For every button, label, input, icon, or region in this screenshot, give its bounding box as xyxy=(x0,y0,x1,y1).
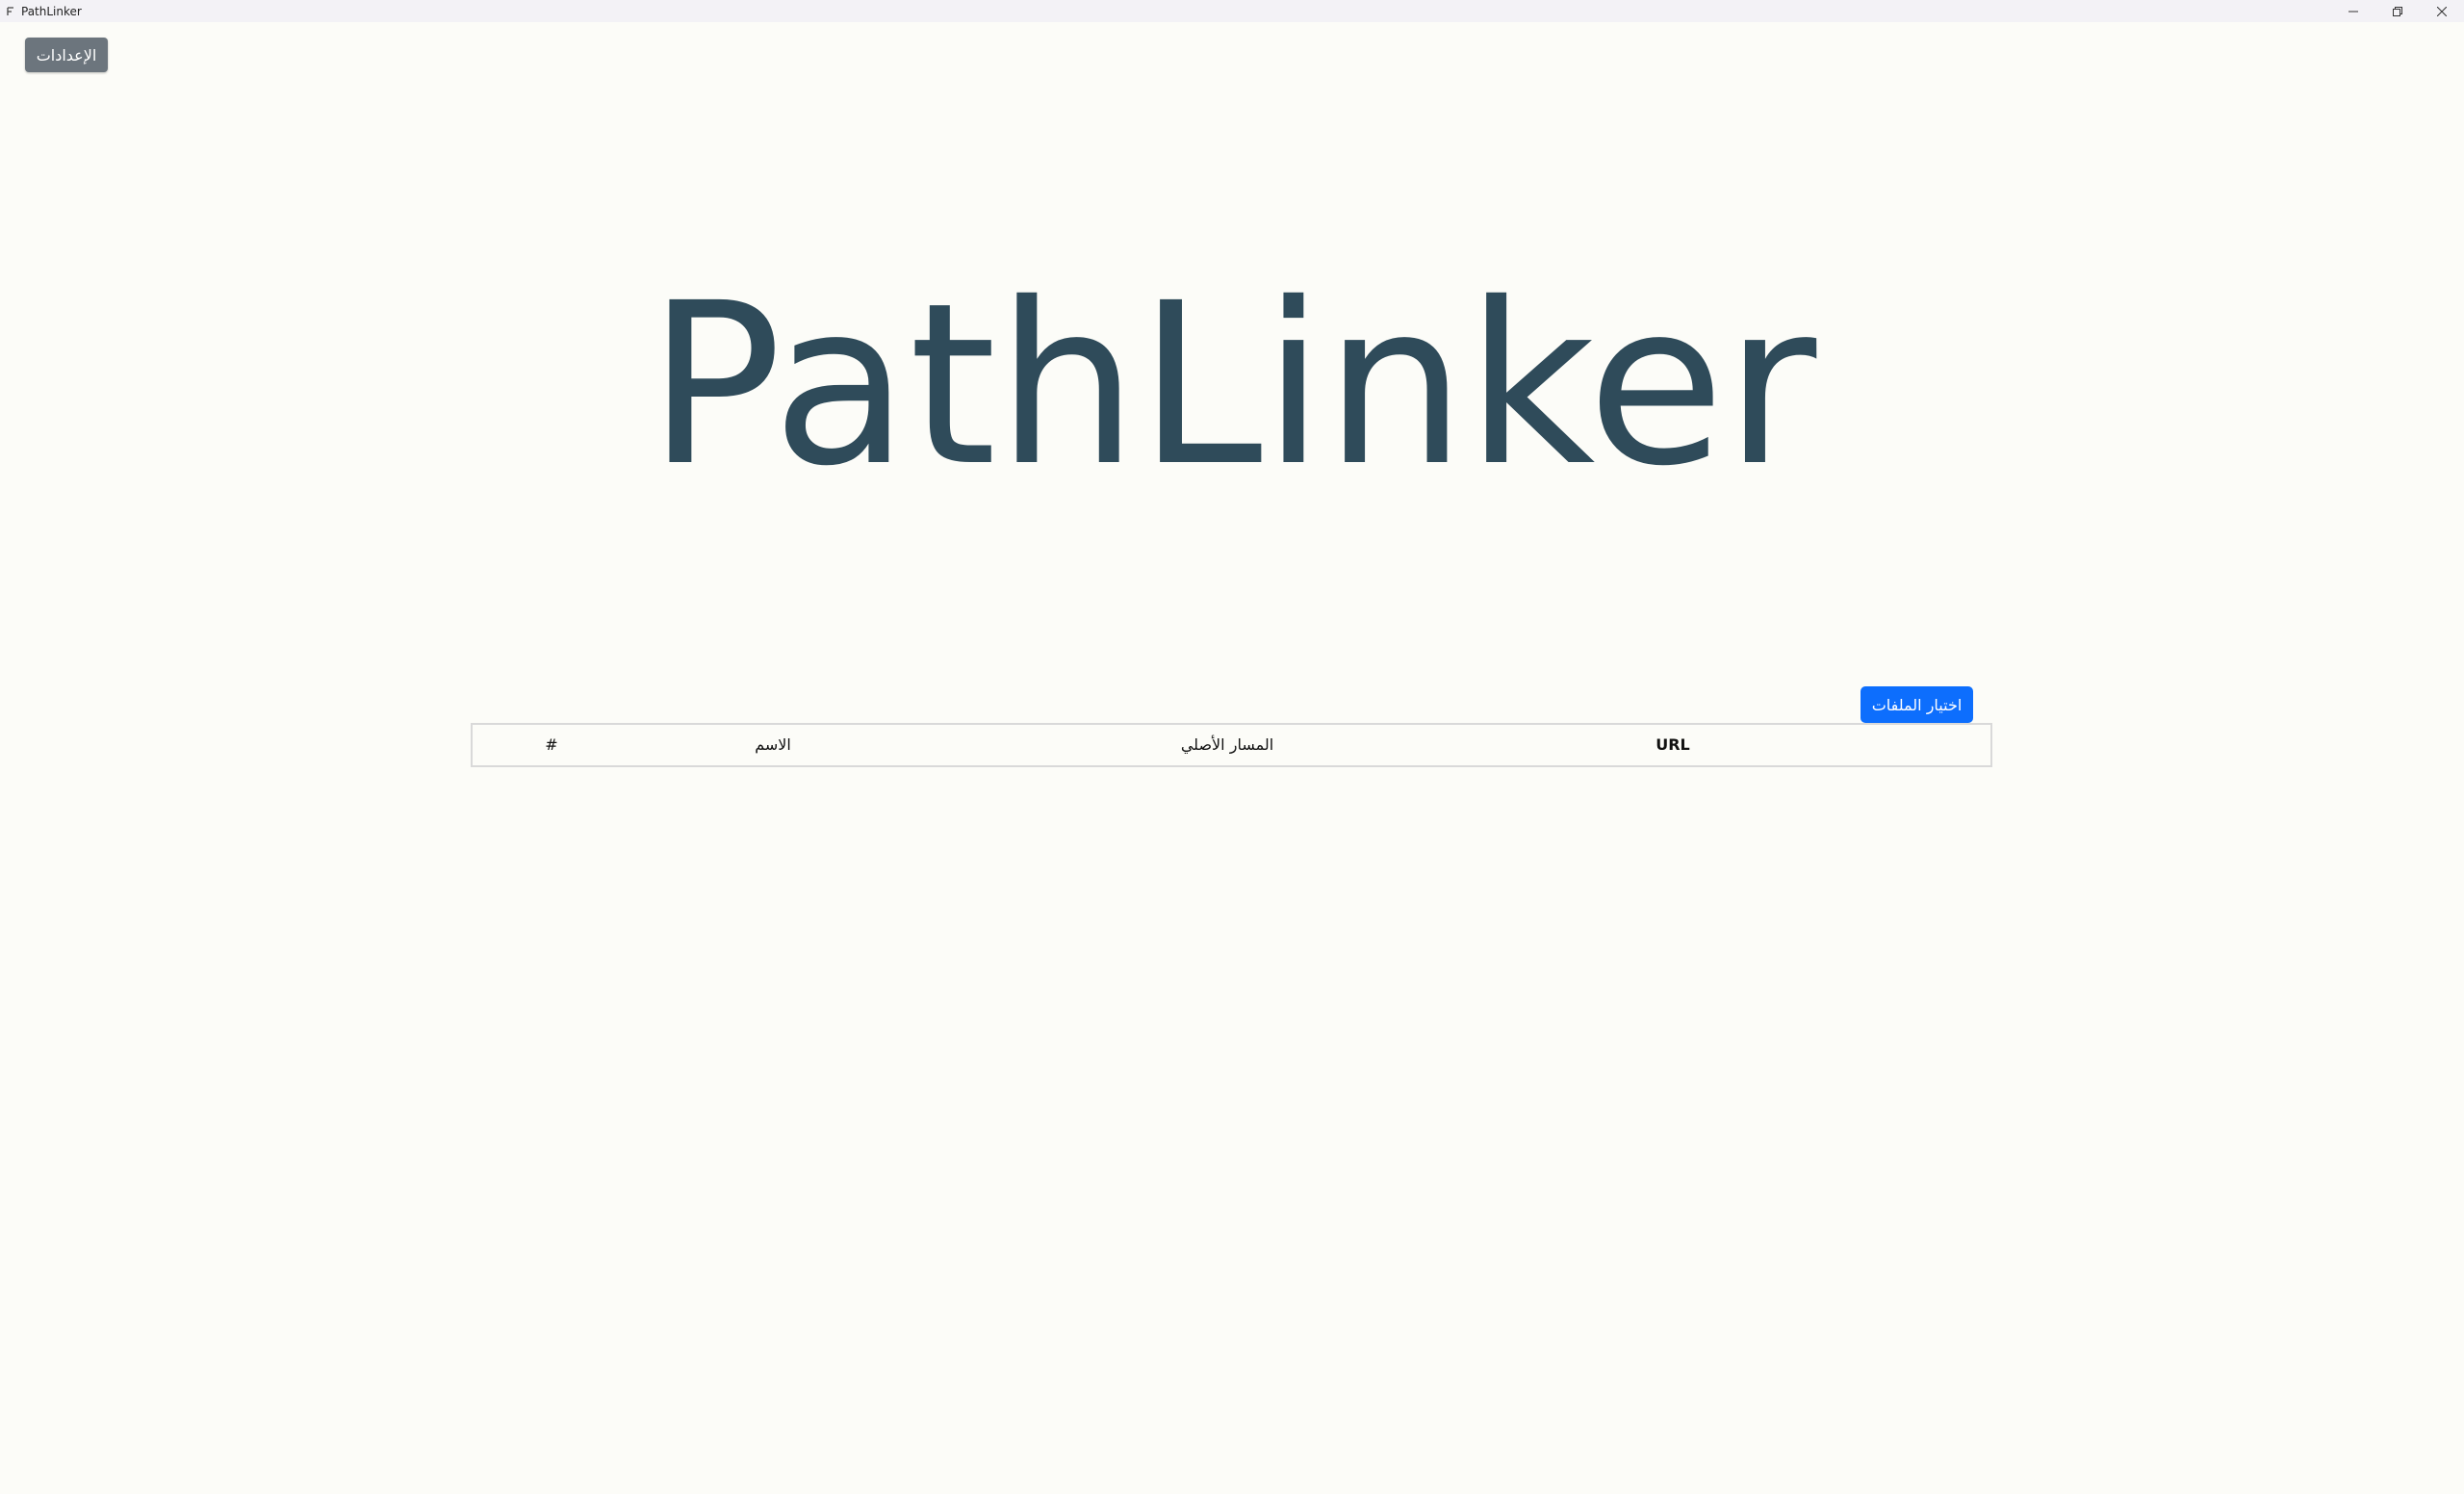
column-header-name: الاسم xyxy=(755,735,791,754)
files-table: URL المسار الأصلي الاسم # xyxy=(471,723,1992,767)
window-title: PathLinker xyxy=(21,4,82,18)
restore-button[interactable] xyxy=(2375,0,2420,22)
app-logo-title: PathLinker xyxy=(647,255,1817,515)
column-header-original-path: المسار الأصلي xyxy=(1180,735,1274,754)
column-header-url: URL xyxy=(1656,735,1690,754)
app-icon xyxy=(4,5,17,18)
column-header-index: # xyxy=(545,735,558,754)
title-bar: PathLinker xyxy=(0,0,2464,22)
window-controls xyxy=(2331,0,2464,22)
settings-button[interactable]: الإعدادات xyxy=(25,38,108,72)
close-icon xyxy=(2437,6,2447,16)
restore-icon xyxy=(2393,6,2402,16)
close-button[interactable] xyxy=(2420,0,2464,22)
minimize-icon xyxy=(2348,11,2358,12)
minimize-button[interactable] xyxy=(2331,0,2375,22)
choose-files-button[interactable]: اختيار الملفات xyxy=(1861,686,1973,723)
